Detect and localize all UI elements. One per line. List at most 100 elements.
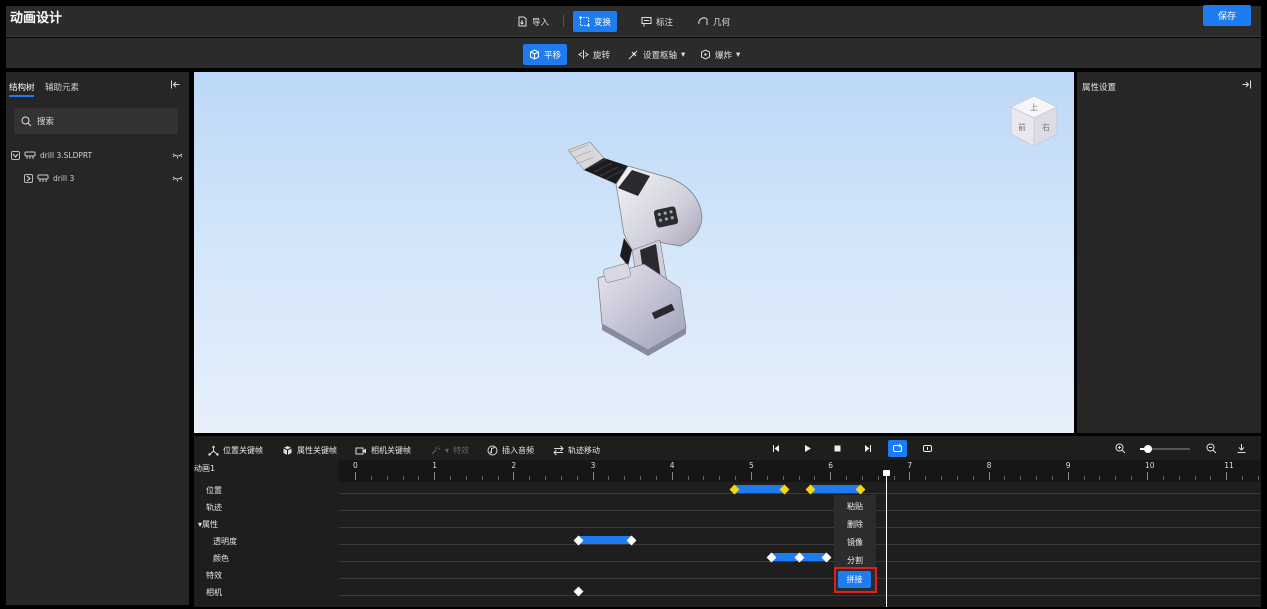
save-button[interactable]: 保存 — [1203, 5, 1251, 26]
property-keyframe-button[interactable]: 属性关键帧 — [282, 445, 337, 456]
expand-toggle-icon[interactable] — [11, 151, 20, 160]
track-move-button[interactable]: 轨迹移动 — [553, 445, 600, 456]
major-tick — [988, 472, 990, 480]
minor-tick — [1051, 476, 1053, 480]
visibility-eye-icon[interactable] — [172, 151, 183, 159]
stop-icon[interactable] — [832, 443, 843, 454]
app-title: 动画设计 — [10, 11, 63, 26]
track-label-properties-text: 属性 — [202, 520, 219, 529]
visibility-eye-icon[interactable] — [172, 174, 183, 182]
track-row-divider — [339, 595, 1261, 596]
translate-button[interactable]: 平移 — [523, 44, 568, 65]
insert-audio-button[interactable]: 插入音频 — [487, 445, 534, 456]
track-label-opacity[interactable]: 透明度 — [213, 536, 237, 547]
part-icon — [24, 151, 36, 160]
track-label-effect[interactable]: 特效 — [206, 570, 222, 581]
tab-structure-tree[interactable]: 结构树 — [9, 81, 35, 93]
playhead-line[interactable] — [885, 470, 887, 607]
tree-item-drill-3-sldprt[interactable]: drill 3.SLDPRT — [11, 151, 92, 160]
expand-toggle-icon[interactable] — [24, 174, 33, 183]
transform-button[interactable]: 变换 — [573, 11, 618, 32]
annotate-button[interactable]: 标注 — [635, 11, 679, 32]
animation-segment[interactable] — [810, 485, 861, 493]
import-label: 导入 — [532, 17, 550, 28]
track-label-camera[interactable]: 相机 — [206, 587, 222, 598]
next-frame-icon[interactable] — [862, 443, 873, 454]
minor-tick — [798, 476, 800, 480]
effect-dropdown[interactable]: ▾ 特效 — [430, 445, 469, 456]
top-bar — [6, 6, 1261, 37]
animation-segment[interactable] — [733, 485, 785, 493]
track-row-divider — [339, 510, 1261, 511]
position-keyframe-button[interactable]: 位置关键帧 — [208, 445, 263, 456]
zoom-slider-handle[interactable] — [1144, 445, 1152, 453]
minor-tick — [719, 476, 721, 480]
bounce-loop-icon[interactable] — [922, 443, 933, 454]
animation-name: 动画1 — [194, 464, 216, 473]
zoom-in-icon[interactable] — [1115, 443, 1126, 454]
tick-label: 10 — [1145, 461, 1155, 470]
zoom-out-icon[interactable] — [1206, 443, 1217, 454]
translate-icon — [529, 49, 540, 60]
annotate-icon — [641, 16, 652, 27]
menu-item-delete[interactable]: 删除 — [834, 519, 876, 530]
menu-item-paste[interactable]: 粘贴 — [834, 501, 876, 512]
playhead-handle[interactable] — [882, 470, 890, 476]
minor-tick — [1115, 476, 1117, 480]
minor-tick — [418, 476, 420, 480]
major-tick — [1147, 472, 1148, 480]
menu-item-split[interactable]: 分割 — [834, 555, 876, 566]
track-label-trajectory[interactable]: 轨迹 — [206, 502, 222, 513]
minor-tick — [497, 476, 499, 480]
minor-tick — [814, 476, 816, 480]
tab-helper-elements[interactable]: 辅助元素 — [45, 81, 79, 93]
minor-tick — [624, 476, 626, 480]
minor-tick — [925, 476, 927, 480]
properties-panel-title: 属性设置 — [1082, 83, 1117, 93]
minor-tick — [450, 476, 452, 480]
minor-tick — [1210, 476, 1212, 480]
download-icon[interactable] — [1236, 443, 1247, 454]
transform-label: 变换 — [594, 17, 612, 28]
explode-dropdown[interactable]: 爆炸 ▾ — [694, 44, 746, 65]
timeline-track-area[interactable]: 0 1 2 3 4 5 6 7 8 9 10 11 — [339, 460, 1261, 607]
minor-tick — [861, 476, 863, 480]
effect-icon — [430, 445, 441, 456]
timeline-ruler[interactable] — [339, 460, 1261, 482]
pivot-icon — [628, 49, 639, 60]
search-input[interactable]: 搜索 — [14, 108, 178, 134]
loop-toggle[interactable] — [888, 440, 907, 457]
minor-tick — [956, 476, 958, 480]
major-tick — [1067, 472, 1069, 480]
import-button[interactable]: 导入 — [511, 11, 555, 32]
major-tick — [513, 472, 515, 480]
minor-tick — [1194, 476, 1196, 480]
track-move-icon — [553, 445, 564, 456]
major-tick — [592, 472, 594, 480]
play-icon[interactable] — [802, 443, 813, 454]
view-cube[interactable]: 上 前 右 — [1008, 94, 1060, 150]
collapse-left-panel-icon[interactable] — [170, 79, 181, 90]
camera-keyframe-button[interactable]: 相机关键帧 — [355, 445, 411, 456]
track-label-position[interactable]: 位置 — [206, 485, 222, 496]
track-label-color[interactable]: 颜色 — [213, 553, 229, 564]
camera-keyframe-label: 相机关键帧 — [371, 446, 411, 455]
collapse-right-panel-icon[interactable] — [1241, 79, 1252, 90]
minor-tick — [1020, 476, 1022, 480]
drill-model[interactable] — [540, 138, 720, 363]
prev-frame-icon[interactable] — [771, 443, 782, 454]
minor-tick — [766, 476, 768, 480]
minor-tick — [972, 476, 974, 480]
minor-tick — [560, 476, 562, 480]
major-tick — [909, 472, 911, 480]
menu-item-join[interactable]: 拼接 — [838, 571, 871, 588]
tree-item-drill-3[interactable]: drill 3 — [24, 174, 74, 183]
set-pivot-dropdown[interactable]: 设置枢轴 ▾ — [622, 44, 691, 65]
track-label-properties[interactable]: ▾属性 — [198, 519, 218, 530]
geometry-button[interactable]: 几何 — [692, 11, 736, 32]
menu-item-mirror[interactable]: 镜像 — [834, 537, 876, 548]
tick-label: 11 — [1224, 461, 1234, 470]
animation-segment[interactable] — [578, 536, 631, 544]
minor-tick — [1257, 476, 1259, 480]
rotate-button[interactable]: 旋转 — [572, 44, 616, 65]
